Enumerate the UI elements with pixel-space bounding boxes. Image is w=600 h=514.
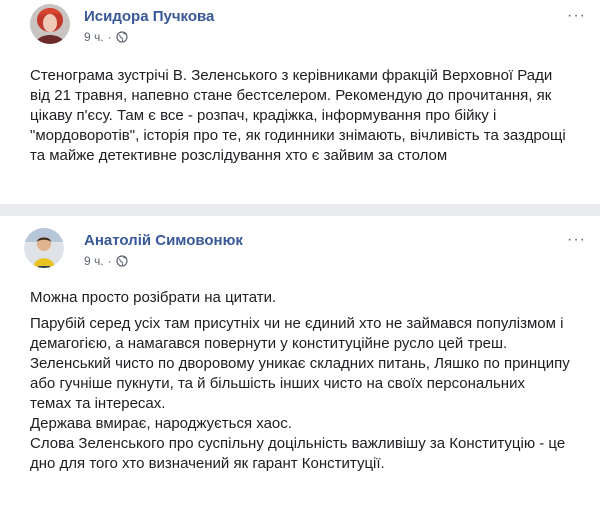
post-meta: 9 ч. · — [84, 254, 128, 268]
post-card: Исидора Пучкова 9 ч. · ··· Стенограма зу… — [0, 0, 600, 204]
separator-dot: · — [107, 254, 112, 268]
post-card: Анатолій Симовонюк 9 ч. · ··· Можна прос… — [0, 216, 600, 514]
profile-photo — [24, 228, 64, 268]
globe-icon — [115, 31, 128, 43]
post-meta: 9 ч. · — [84, 30, 128, 44]
more-options-icon[interactable]: ··· — [567, 8, 586, 24]
post-body: Парубій серед усіх там присутніх чи не є… — [30, 315, 570, 472]
post-text: Стенограма зустрічі В. Зеленського з кер… — [30, 66, 570, 166]
separator-dot: · — [107, 30, 112, 44]
author-name[interactable]: Анатолій Симовонюк — [84, 232, 243, 249]
post-timestamp[interactable]: 9 ч. — [84, 254, 104, 268]
post-body: Стенограма зустрічі В. Зеленського з кер… — [30, 67, 566, 164]
globe-icon — [115, 255, 128, 267]
post-intro-text: Можна просто розібрати на цитати. — [30, 288, 570, 308]
post-intro: Можна просто розібрати на цитати. — [30, 289, 277, 306]
post-separator — [0, 204, 600, 216]
author-name[interactable]: Исидора Пучкова — [84, 8, 214, 25]
profile-photo — [30, 4, 70, 44]
post-text: Парубій серед усіх там присутніх чи не є… — [30, 314, 570, 474]
post-timestamp[interactable]: 9 ч. — [84, 30, 104, 44]
avatar[interactable] — [24, 228, 64, 268]
more-options-icon[interactable]: ··· — [567, 232, 586, 248]
avatar[interactable] — [30, 4, 70, 44]
